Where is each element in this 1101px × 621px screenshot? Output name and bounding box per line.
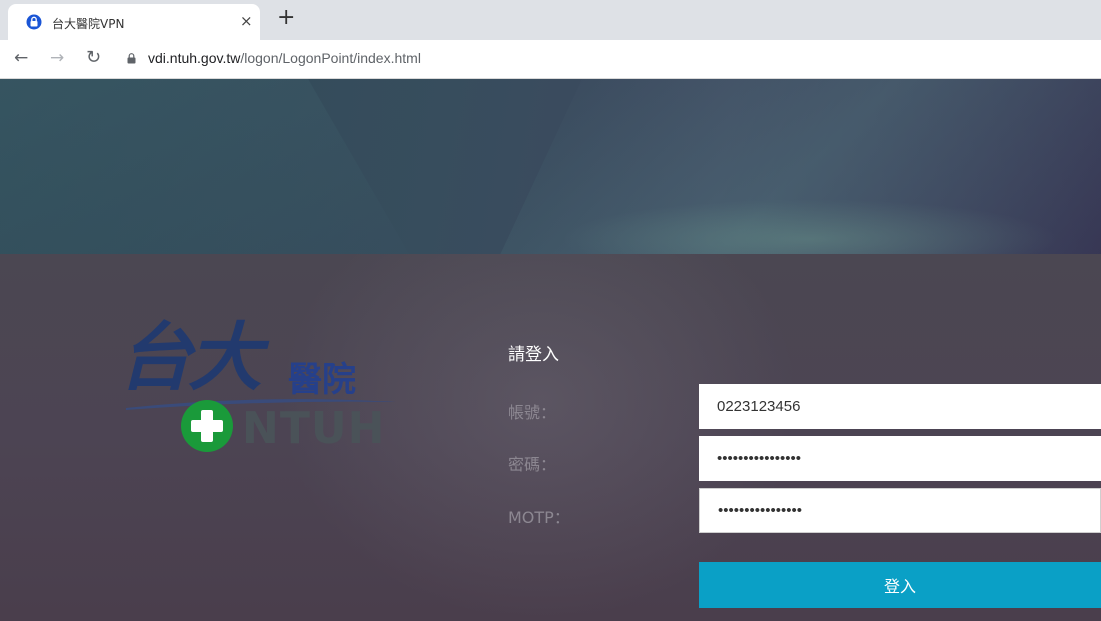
green-cross-icon [181,400,233,452]
logo-chinese-chars: 台大 [118,315,262,401]
login-button[interactable]: 登入 [699,562,1101,608]
logo-ntuh-text: NTUH [242,403,386,454]
logo-hospital-chars: 醫院 [288,360,356,400]
browser-toolbar: ← → ↻ vdi.ntuh.gov.tw/logon/LogonPoint/i… [0,40,1101,79]
password-field[interactable] [699,436,1101,481]
username-field[interactable] [699,384,1101,429]
back-arrow-icon[interactable]: ← [14,47,28,69]
motp-field[interactable] [699,488,1101,533]
new-tab-plus-icon[interactable]: + [277,6,295,30]
lock-favicon-icon [26,14,42,30]
form-title: 請登入 [508,345,559,365]
url-host: vdi.ntuh.gov.tw [148,50,241,66]
reload-icon[interactable]: ↻ [86,47,101,69]
address-bar[interactable]: vdi.ntuh.gov.tw/logon/LogonPoint/index.h… [148,50,421,66]
forward-arrow-icon[interactable]: → [50,47,64,69]
password-label: 密碼： [508,455,557,474]
username-label: 帳號： [508,403,557,422]
hero-banner [0,79,1101,254]
padlock-icon[interactable] [127,53,136,64]
close-icon[interactable]: × [240,12,253,30]
motp-label: MOTP： [508,508,570,527]
url-path: /logon/LogonPoint/index.html [240,50,421,66]
browser-tab-bar: 台大醫院VPN × + [0,0,1101,40]
tab-title: 台大醫院VPN [52,17,125,31]
hero-light-ray [0,79,424,254]
hero-glow [560,199,1060,254]
browser-tab[interactable]: 台大醫院VPN × [8,4,260,40]
